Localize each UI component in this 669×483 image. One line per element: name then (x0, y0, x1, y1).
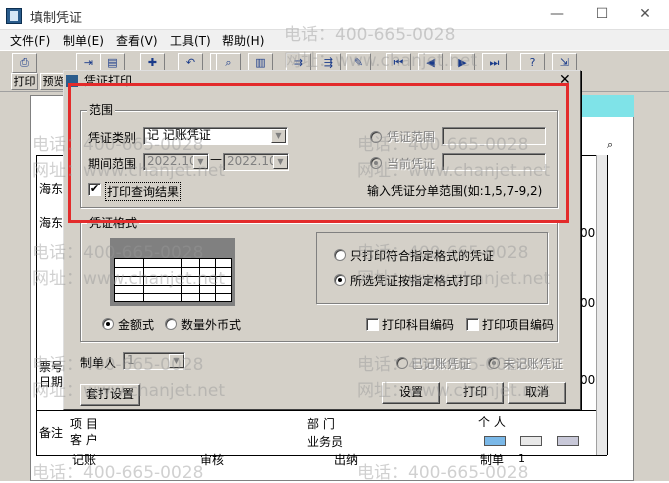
sign-bookkeeping-label: 记账 (72, 453, 97, 467)
minimize-button[interactable]: — (535, 4, 579, 26)
maximize-button[interactable]: ☐ (580, 4, 624, 26)
calculator-icon[interactable] (557, 436, 579, 446)
format-all-radio[interactable] (334, 274, 346, 286)
menu-view[interactable]: 查看(V) (116, 32, 158, 49)
close-button[interactable]: ✕ (623, 4, 667, 26)
voucher-summary-2: 海东 (39, 216, 64, 230)
voucher-amount-3: 00 (580, 373, 596, 387)
voucher-project-label: 项 目 (70, 417, 98, 431)
maker-label: 制单人 (80, 356, 117, 370)
voucher-amount-1: 00 (580, 226, 596, 240)
highlight-box (68, 83, 569, 223)
print-icon[interactable]: ⎙ (12, 53, 37, 73)
qty-fx-format-radio[interactable] (165, 318, 177, 330)
voucher-rule (607, 155, 608, 455)
posted-voucher-radio[interactable] (396, 357, 408, 369)
format-all-label: 所选凭证按指定格式打印 (350, 274, 483, 288)
template-settings-button[interactable]: 套打设置 (80, 384, 140, 406)
voucher-amount-2: 00 (580, 296, 596, 310)
unposted-voucher-radio[interactable] (488, 357, 500, 369)
menu-file[interactable]: 文件(F) (10, 32, 50, 49)
print-project-code-checkbox[interactable] (466, 318, 479, 331)
sign-maker-value: 1 (518, 452, 525, 465)
voucher-person-label: 个 人 (478, 415, 506, 429)
chevron-down-icon[interactable]: ▼ (169, 354, 184, 368)
toolbar-print-label[interactable]: 打印 (11, 73, 38, 90)
menu-voucher[interactable]: 制单(E) (63, 32, 104, 49)
amount-format-label: 金额式 (118, 318, 155, 332)
sign-maker-label: 制单 (480, 453, 505, 467)
print-button[interactable]: 打印 (446, 382, 504, 404)
format-preview-grid (114, 258, 232, 302)
print-account-code-label: 打印科目编码 (382, 318, 455, 332)
app-icon (6, 8, 22, 24)
voucher-customer-label: 客 户 (70, 433, 98, 447)
format-specified-radio[interactable] (334, 249, 346, 261)
voucher-scrollbar[interactable] (596, 155, 607, 455)
amount-format-radio[interactable] (102, 318, 114, 330)
sign-cashier-label: 出纳 (334, 453, 359, 467)
posted-voucher-label: 已记账凭证 (411, 357, 472, 371)
settings-button[interactable]: 设置 (382, 382, 440, 404)
card-icon[interactable] (484, 436, 506, 446)
voucher-salesman-label: 业务员 (307, 435, 344, 449)
voucher-summary-1: 海东 (39, 182, 64, 196)
voucher-date-label: 日期 (39, 375, 64, 389)
print-account-code-checkbox[interactable] (366, 318, 379, 331)
qty-fx-format-label: 数量外币式 (181, 318, 242, 332)
cancel-button[interactable]: 取消 (508, 382, 566, 404)
window-title: 填制凭证 (30, 11, 83, 26)
keyboard-icon[interactable] (520, 436, 542, 446)
format-option-box (316, 232, 548, 304)
sign-audit-label: 审核 (200, 453, 225, 467)
menu-tools[interactable]: 工具(T) (170, 32, 211, 49)
header-strip (580, 95, 634, 117)
voucher-notes-label: 备注 (39, 426, 64, 440)
menu-help[interactable]: 帮助(H) (222, 32, 264, 49)
voucher-dept-label: 部 门 (307, 417, 335, 431)
voucher-rule (36, 410, 607, 411)
unposted-voucher-label: 未记账凭证 (503, 357, 564, 371)
format-specified-label: 只打印符合指定格式的凭证 (350, 249, 495, 263)
print-project-code-label: 打印项目编码 (482, 318, 555, 332)
zoom-icon[interactable]: ⌕ (607, 138, 613, 152)
